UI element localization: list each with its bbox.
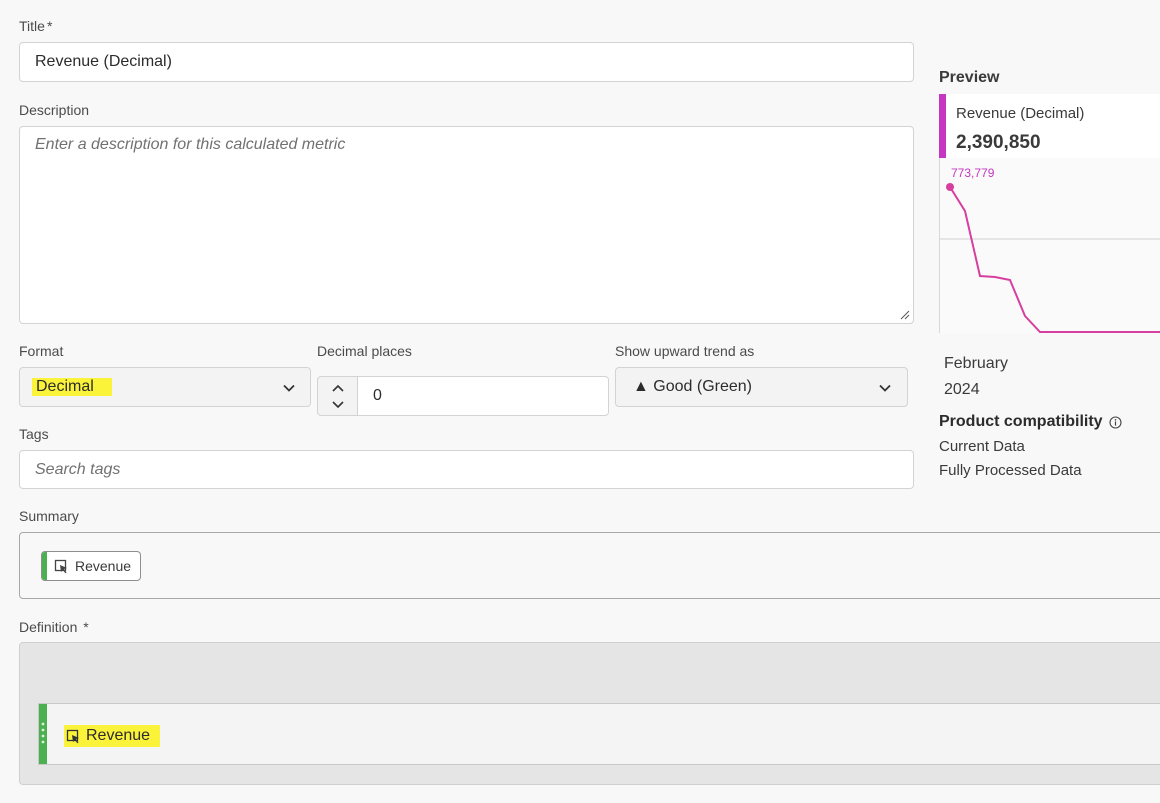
peak-value-label: 773,779 (951, 166, 995, 180)
metric-cursor-icon (66, 729, 79, 743)
summary-panel: Revenue (19, 532, 1160, 599)
format-select-value: Decimal (32, 378, 112, 396)
tags-placeholder: Search tags (35, 461, 121, 478)
drag-dots-icon (41, 722, 45, 744)
description-label: Description (19, 102, 90, 118)
preview-period-year: 2024 (944, 381, 980, 398)
chevron-down-icon (283, 384, 295, 392)
decimal-places-value: 0 (373, 387, 382, 404)
title-input[interactable]: Revenue (Decimal) (19, 42, 914, 82)
resize-handle-icon[interactable] (900, 310, 910, 320)
trend-select-value: ▲ Good (Green) (633, 378, 752, 395)
title-label: Title * (19, 18, 53, 34)
summary-chip-label: Revenue (75, 558, 132, 574)
decimal-places-label: Decimal places (317, 343, 412, 359)
metric-cursor-icon (54, 559, 67, 573)
stepper-up-icon[interactable] (332, 384, 344, 394)
component-type-bar (42, 552, 47, 580)
format-label: Format (19, 343, 64, 359)
summary-chip-revenue[interactable]: Revenue (41, 551, 141, 581)
tags-search-input[interactable]: Search tags (19, 450, 914, 489)
description-textarea[interactable]: Enter a description for this calculated … (19, 126, 914, 324)
required-asterisk: * (46, 18, 53, 34)
chevron-down-icon (879, 384, 891, 392)
decimal-stepper-buttons (317, 376, 358, 416)
product-compat-heading: Product compatibility (939, 413, 1122, 431)
definition-component-row[interactable]: Revenue (38, 703, 1160, 765)
compat-item: Fully Processed Data (939, 462, 1082, 479)
preview-metric-name: Revenue (Decimal) (956, 105, 1085, 122)
definition-metric-label: Revenue (86, 727, 151, 744)
definition-canvas[interactable]: Revenue (19, 642, 1160, 785)
title-input-value: Revenue (Decimal) (35, 53, 172, 70)
preview-heading: Preview (939, 69, 1000, 86)
product-compat-title: Product compatibility (939, 413, 1103, 430)
info-icon[interactable] (1109, 415, 1122, 429)
peak-point (946, 183, 954, 191)
summary-label: Summary (19, 508, 79, 524)
preview-period-month: February (944, 355, 1009, 372)
preview-sparkline (939, 183, 1160, 333)
definition-label: Definition * (19, 619, 89, 635)
compat-item: Current Data (939, 438, 1025, 455)
stepper-down-icon[interactable] (332, 399, 344, 409)
preview-accent-bar (939, 94, 946, 158)
preview-metric-total: 2,390,850 (956, 132, 1041, 153)
sparkline-path (949, 186, 1160, 333)
definition-metric-revenue[interactable]: Revenue (64, 725, 161, 747)
decimal-places-input[interactable]: 0 (357, 376, 609, 416)
trend-label: Show upward trend as (615, 343, 755, 359)
tags-label: Tags (19, 426, 49, 442)
required-asterisk: * (83, 619, 89, 635)
format-select[interactable]: Decimal (19, 367, 311, 407)
description-placeholder: Enter a description for this calculated … (35, 136, 346, 153)
trend-select[interactable]: ▲ Good (Green) (615, 367, 908, 407)
preview-card: Revenue (Decimal) 2,390,850 773,779 (939, 94, 1160, 333)
drag-handle[interactable] (39, 704, 47, 764)
